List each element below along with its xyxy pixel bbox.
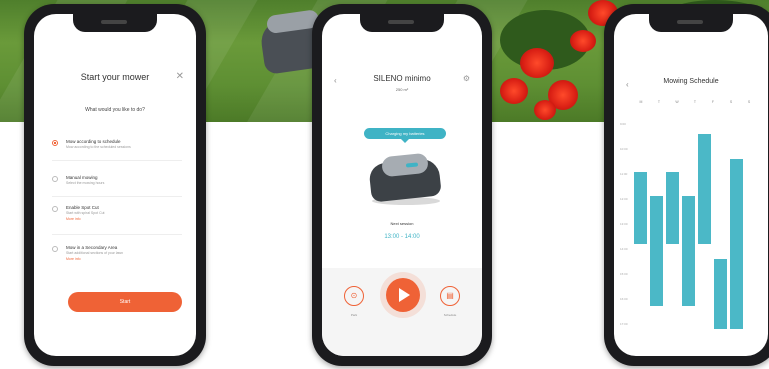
divider [52, 196, 182, 197]
day-label: M [639, 100, 643, 104]
divider [52, 234, 182, 235]
phone-mower-status: ‹ SILENO minimo 250 m² ⚙ Charging my bat… [312, 4, 492, 366]
start-button[interactable]: Start [68, 292, 182, 312]
radio-selected[interactable] [52, 140, 58, 146]
day-label: S [747, 100, 751, 104]
hour-label: 15:00 [620, 272, 628, 276]
option-subtitle: Start with spiral Spot Cut [66, 211, 105, 215]
schedule-bar[interactable] [666, 172, 679, 244]
radio-button[interactable] [52, 246, 58, 252]
more-info-link[interactable]: More info [66, 257, 81, 261]
schedule-button[interactable]: ▤ [440, 286, 460, 306]
option-title: Mow according to schedule [66, 139, 121, 144]
schedule-bar[interactable] [682, 196, 695, 306]
hour-label: 10:00 [620, 147, 628, 151]
hour-label: 12:00 [620, 197, 628, 201]
dialog-question: What would you like to do? [85, 107, 145, 113]
schedule-bar[interactable] [698, 134, 711, 244]
weekday-header: M T W T F S S [636, 100, 768, 108]
phone-notch [360, 14, 444, 32]
next-session-label: Next session [390, 221, 414, 226]
day-label: T [657, 100, 661, 104]
mower-image [366, 147, 444, 209]
hour-label: 13:00 [620, 222, 628, 226]
phone-screen: ‹ Mowing Schedule M T W T F S S 9:00 10:… [614, 14, 768, 356]
phone-screen: ‹ SILENO minimo 250 m² ⚙ Charging my bat… [322, 14, 482, 356]
day-label: S [729, 100, 733, 104]
day-label: W [675, 100, 679, 104]
park-icon: ⊙ [350, 291, 358, 300]
close-icon[interactable]: ✕ [176, 71, 184, 82]
dialog-title: Start your mower [80, 72, 150, 82]
option-subtitle: Select the mowing hours [66, 181, 105, 185]
flower [520, 48, 554, 78]
radio-button[interactable] [52, 206, 58, 212]
option-title: Enable Spot Cut [66, 205, 99, 210]
schedule-bar[interactable] [650, 196, 663, 306]
play-button[interactable] [386, 278, 420, 312]
page-title: Mowing Schedule [663, 78, 719, 85]
status-pill: Charging my batteries [364, 128, 446, 143]
hour-label: 16:00 [620, 297, 628, 301]
hour-label: 9:00 [620, 122, 626, 126]
lawn-area: 250 m² [395, 87, 409, 92]
radio-button[interactable] [52, 176, 58, 182]
divider [52, 160, 182, 161]
phone-mowing-schedule: ‹ Mowing Schedule M T W T F S S 9:00 10:… [604, 4, 769, 366]
hour-label: 17:00 [620, 322, 628, 326]
option-subtitle: Mow according to the scheduled sessions [66, 145, 131, 149]
more-info-link[interactable]: More info [66, 217, 81, 221]
option-title: Manual mowing [66, 175, 98, 180]
phone-notch [73, 14, 157, 32]
schedule-bar[interactable] [634, 172, 647, 244]
flower [534, 100, 556, 120]
phone-start-mower: Start your mower ✕ What would you like t… [24, 4, 206, 366]
schedule-label: Schedule [443, 313, 457, 317]
mower-name: SILENO minimo [373, 74, 431, 83]
hour-label: 11:00 [620, 172, 628, 176]
hour-label: 14:00 [620, 247, 628, 251]
park-button[interactable]: ⊙ [344, 286, 364, 306]
phone-notch [649, 14, 733, 32]
park-label: Park [350, 313, 358, 317]
next-session-time: 13:00 - 14:00 [384, 234, 420, 240]
option-subtitle: Start additional sections of your lawn [66, 251, 124, 255]
flower [500, 78, 528, 104]
day-label: T [693, 100, 697, 104]
schedule-bar[interactable] [730, 159, 743, 329]
calendar-icon: ▤ [446, 291, 454, 300]
schedule-bar[interactable] [714, 259, 727, 329]
gear-icon[interactable]: ⚙ [463, 74, 470, 83]
option-title: Mow in a Secondary Area [66, 245, 118, 250]
day-label: F [711, 100, 715, 104]
flower [570, 30, 596, 52]
phone-screen: Start your mower ✕ What would you like t… [34, 14, 196, 356]
